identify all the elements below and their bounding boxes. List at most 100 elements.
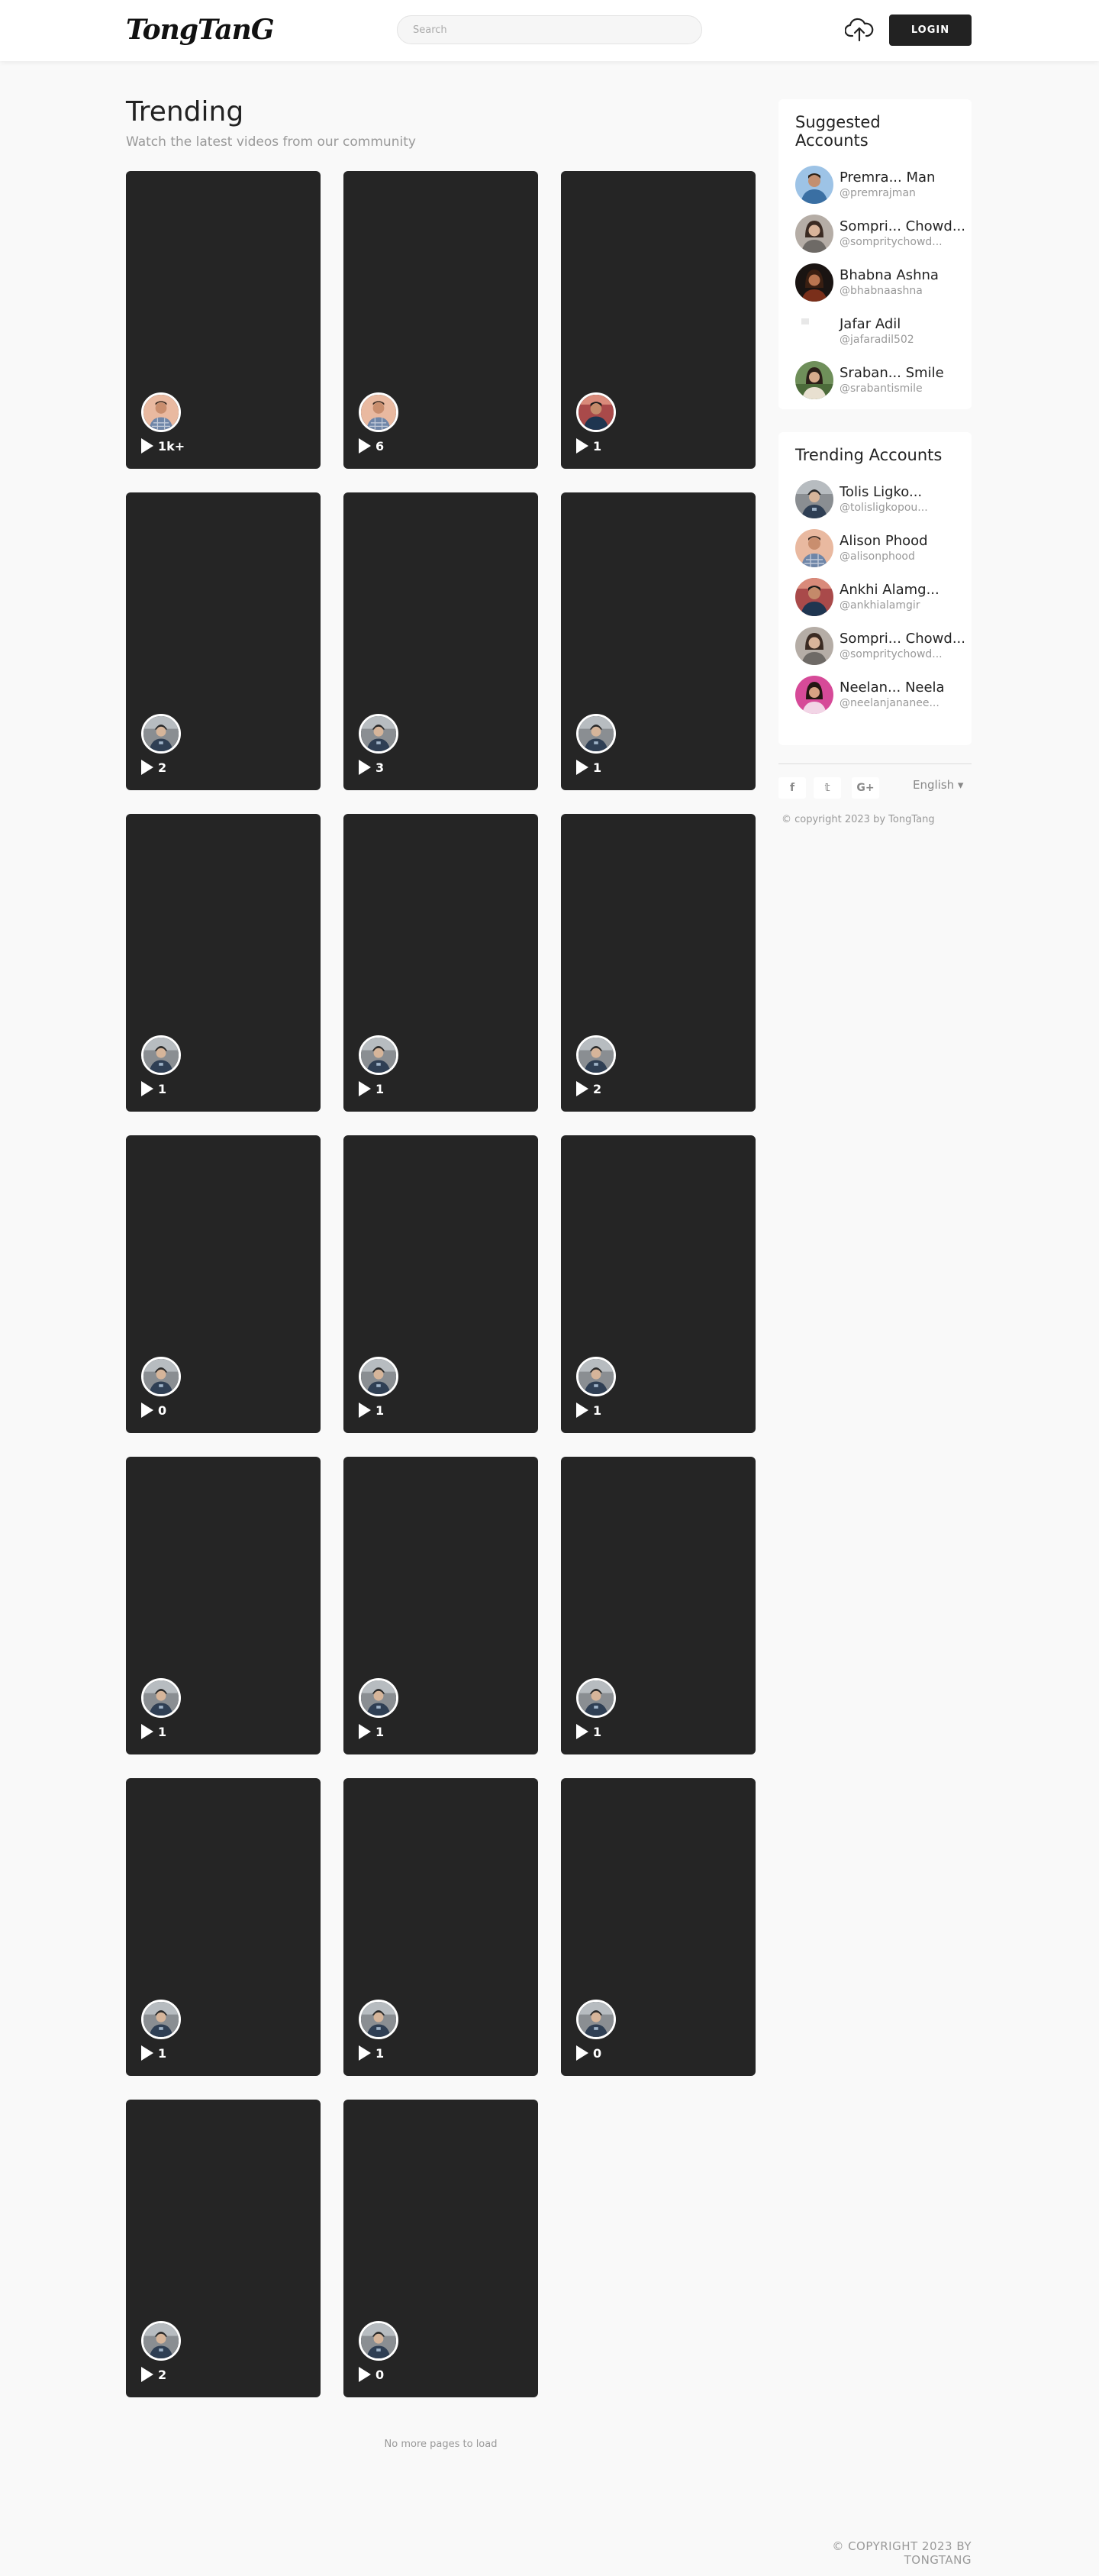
account-avatar[interactable] [795, 166, 833, 204]
account-name[interactable]: Neelan... Neela [840, 680, 945, 696]
account-item[interactable]: Premra... Man @premrajman [795, 165, 955, 205]
account-item[interactable]: Bhabna Ashna @bhabnaashna [795, 263, 955, 302]
twitter-icon[interactable]: 𝕥 [814, 777, 841, 799]
account-name[interactable]: Sompri... Chowd... [840, 631, 965, 647]
play-count: 1 [359, 1081, 384, 1096]
creator-avatar[interactable] [576, 1035, 616, 1075]
account-item[interactable]: Jafar Adil @jafaradil502 [795, 312, 955, 351]
video-card[interactable]: 1 [561, 171, 756, 469]
creator-avatar[interactable] [141, 392, 181, 432]
creator-avatar[interactable] [141, 2321, 181, 2361]
account-name[interactable]: Sompri... Chowd... [840, 218, 965, 235]
video-card[interactable]: 0 [343, 2100, 538, 2397]
creator-avatar[interactable] [576, 1357, 616, 1396]
video-card[interactable]: 1 [561, 1135, 756, 1433]
site-logo[interactable]: TongTanG [126, 14, 275, 46]
language-selector[interactable]: English ▾ [913, 778, 963, 792]
account-avatar[interactable] [795, 263, 833, 302]
login-button[interactable]: LOGIN [889, 15, 972, 46]
video-card[interactable]: 1 [126, 1457, 321, 1754]
play-icon [576, 2045, 588, 2061]
creator-avatar[interactable] [141, 1678, 181, 1718]
play-icon [576, 1724, 588, 1739]
video-card[interactable]: 1 [561, 492, 756, 790]
creator-avatar[interactable] [576, 392, 616, 432]
video-card[interactable]: 3 [343, 492, 538, 790]
creator-avatar[interactable] [141, 1357, 181, 1396]
account-item[interactable]: Sraban... Smile @srabantismile [795, 360, 955, 400]
account-avatar[interactable] [795, 578, 833, 616]
upload-cloud-icon[interactable] [845, 17, 874, 43]
video-card[interactable]: 0 [126, 1135, 321, 1433]
account-name[interactable]: Alison Phood [840, 533, 928, 550]
play-count-value: 1 [158, 1081, 167, 1096]
account-avatar[interactable] [795, 676, 833, 714]
account-handle: @tolisligkopou... [840, 502, 928, 514]
account-item[interactable]: Neelan... Neela @neelanjananee... [795, 675, 955, 715]
account-name[interactable]: Premra... Man [840, 169, 935, 186]
play-count-value: 1 [593, 438, 602, 454]
video-card[interactable]: 2 [126, 492, 321, 790]
creator-avatar[interactable] [359, 2321, 398, 2361]
account-item[interactable]: Alison Phood @alisonphood [795, 528, 955, 568]
account-name[interactable]: Sraban... Smile [840, 365, 944, 382]
suggested-accounts-title: Suggested Accounts [795, 113, 881, 150]
trending-accounts-list: Tolis Ligko... @tolisligkopou... Alison Ph… [795, 479, 965, 715]
video-card[interactable]: 1 [561, 1457, 756, 1754]
video-card[interactable]: 1 [343, 1778, 538, 2076]
creator-avatar[interactable] [359, 1035, 398, 1075]
creator-avatar[interactable] [576, 2000, 616, 2039]
account-item[interactable]: Sompri... Chowd... @sompritychowd... [795, 214, 965, 253]
account-info: Premra... Man @premrajman [840, 169, 935, 200]
account-item[interactable]: Ankhi Alamg... @ankhialamgir [795, 577, 955, 617]
play-count: 1k+ [141, 438, 185, 454]
creator-avatar[interactable] [359, 392, 398, 432]
video-grid: 1k+ 6 1 2 3 1 1 1 2 0 1 1 1 1 1 1 1 0 2 0 [126, 171, 756, 2397]
play-count: 1 [576, 1403, 601, 1418]
account-avatar[interactable] [795, 480, 833, 518]
account-name[interactable]: Tolis Ligko... [840, 484, 928, 501]
play-icon [141, 1403, 153, 1418]
video-card[interactable]: 2 [126, 2100, 321, 2397]
creator-avatar[interactable] [141, 714, 181, 754]
video-card[interactable]: 1 [343, 1135, 538, 1433]
search-input[interactable] [397, 15, 702, 44]
play-icon [141, 438, 153, 454]
account-avatar[interactable] [795, 361, 833, 399]
play-icon [576, 438, 588, 454]
video-card[interactable]: 1 [126, 814, 321, 1112]
video-card[interactable]: 1 [343, 1457, 538, 1754]
creator-avatar[interactable] [576, 714, 616, 754]
account-name[interactable]: Bhabna Ashna [840, 267, 939, 284]
play-count: 1 [141, 1724, 166, 1739]
account-info: Bhabna Ashna @bhabnaashna [840, 267, 939, 298]
account-avatar[interactable] [795, 529, 833, 567]
creator-avatar[interactable] [359, 1357, 398, 1396]
account-name[interactable]: Jafar Adil [840, 316, 914, 333]
play-count-value: 0 [375, 2367, 385, 2382]
play-icon [359, 1403, 371, 1418]
creator-avatar[interactable] [141, 2000, 181, 2039]
account-name[interactable]: Ankhi Alamg... [840, 582, 939, 599]
account-avatar[interactable] [795, 215, 833, 253]
creator-avatar[interactable] [359, 714, 398, 754]
creator-avatar[interactable] [359, 2000, 398, 2039]
video-card[interactable]: 6 [343, 171, 538, 469]
creator-avatar[interactable] [576, 1678, 616, 1718]
video-card[interactable]: 1k+ [126, 171, 321, 469]
video-card[interactable]: 0 [561, 1778, 756, 2076]
account-avatar[interactable] [795, 312, 833, 350]
video-card[interactable]: 2 [561, 814, 756, 1112]
account-item[interactable]: Sompri... Chowd... @sompritychowd... [795, 626, 965, 666]
google-plus-icon[interactable]: G+ [852, 777, 879, 799]
creator-avatar[interactable] [141, 1035, 181, 1075]
video-card[interactable]: 1 [126, 1778, 321, 2076]
play-count: 2 [141, 2367, 166, 2382]
account-info: Sraban... Smile @srabantismile [840, 365, 944, 395]
account-item[interactable]: Tolis Ligko... @tolisligkopou... [795, 479, 955, 519]
account-avatar[interactable] [795, 627, 833, 665]
play-icon [141, 2367, 153, 2382]
video-card[interactable]: 1 [343, 814, 538, 1112]
creator-avatar[interactable] [359, 1678, 398, 1718]
facebook-icon[interactable]: f [778, 777, 806, 799]
